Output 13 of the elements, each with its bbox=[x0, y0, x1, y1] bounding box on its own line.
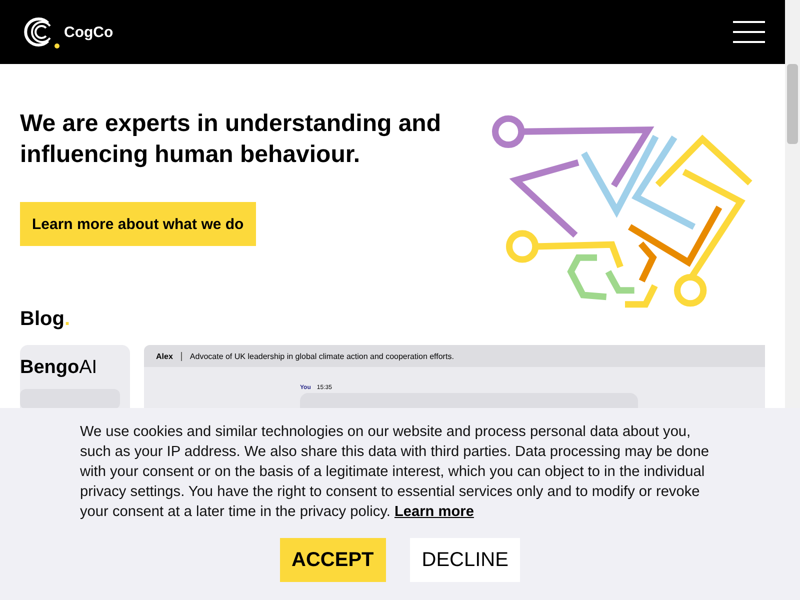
speaker-name: Alex bbox=[156, 352, 182, 360]
cookie-notice-text: We use cookies and similar technologies on our website and process personal data about you, such as your IP address. We also share this data with third parties. Data processing may be done with your consent or on the basis of a legitimate interest, which you can object to in the individual privacy settings. You have the right to consent to essential services only and to modify or revoke your consent at a later time in the privacy policy. Learn more bbox=[80, 423, 710, 522]
menu-icon[interactable] bbox=[733, 21, 765, 43]
brand-name[interactable]: CogCo bbox=[64, 24, 114, 40]
decline-button[interactable]: DECLINE bbox=[410, 538, 520, 582]
accept-button[interactable]: ACCEPT bbox=[280, 538, 386, 582]
speaker-bio: Advocate of UK leadership in global climate action and cooperation efforts. bbox=[190, 352, 454, 360]
headline: We are experts in understanding and influencing human behaviour. bbox=[20, 109, 442, 170]
scrollbar[interactable] bbox=[785, 0, 800, 408]
blog-heading: Blog. bbox=[19, 308, 71, 331]
app-logo: BengoAI bbox=[20, 356, 98, 379]
learn-more-link[interactable]: Learn more bbox=[394, 504, 474, 520]
learn-more-button[interactable]: Learn more about what we do bbox=[20, 202, 256, 246]
